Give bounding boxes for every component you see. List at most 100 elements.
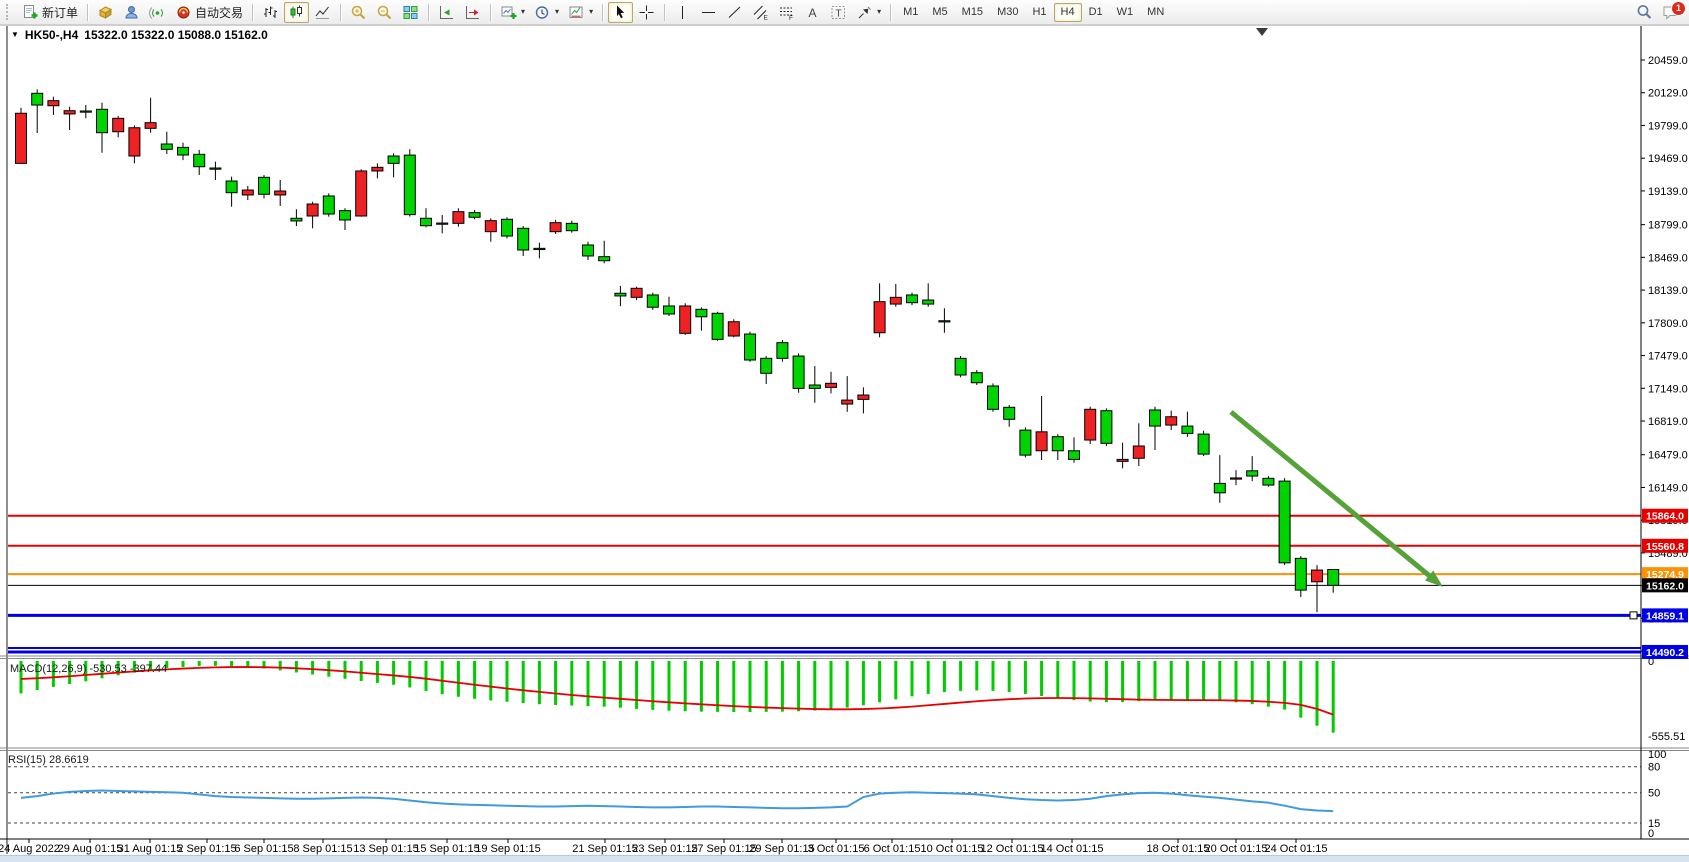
zoom-in-button[interactable] xyxy=(346,2,371,23)
chart-shift-marker[interactable] xyxy=(1256,28,1268,36)
timeframe-w1[interactable]: W1 xyxy=(1110,3,1141,22)
rsi-label: RSI(15) 28.6619 xyxy=(8,754,89,766)
chart-canvas[interactable]: 20459.020129.019799.019469.019139.018799… xyxy=(0,25,1689,856)
horizontal-line-icon xyxy=(700,4,717,21)
crosshair-button[interactable] xyxy=(634,2,659,23)
toolbar-separator xyxy=(340,4,341,21)
candle xyxy=(1101,408,1112,446)
hlines-layer xyxy=(8,516,1641,652)
shapes-button[interactable]: ▾ xyxy=(852,2,885,23)
candlestick-chart-icon xyxy=(288,4,305,21)
svg-text:15560.8: 15560.8 xyxy=(1646,541,1684,553)
candle xyxy=(696,307,707,330)
svg-text:15162.0: 15162.0 xyxy=(1646,580,1684,592)
candle xyxy=(907,293,918,305)
cursor-button[interactable] xyxy=(608,2,633,23)
hline-handle[interactable] xyxy=(1630,612,1637,619)
candle xyxy=(404,149,415,216)
chart-shift-button[interactable] xyxy=(460,2,485,23)
candle xyxy=(1085,407,1096,444)
timeframe-m1[interactable]: M1 xyxy=(896,3,925,22)
channel-button[interactable]: E xyxy=(748,2,773,23)
timeframe-m5[interactable]: M5 xyxy=(925,3,954,22)
candle xyxy=(1328,569,1339,592)
templates-button[interactable]: ▾ xyxy=(564,2,597,23)
new-order-button[interactable]: 新订单 xyxy=(18,2,82,23)
svg-text:16819.0: 16819.0 xyxy=(1648,416,1688,428)
tile-windows-button[interactable] xyxy=(398,2,423,23)
signals-button[interactable] xyxy=(145,2,170,23)
candle xyxy=(469,210,480,219)
bar-chart-button[interactable] xyxy=(258,2,283,23)
chart-shift-icon xyxy=(464,4,481,21)
vertical-line-button[interactable] xyxy=(670,2,695,23)
timeframe-m15[interactable]: M15 xyxy=(955,3,990,22)
signal-icon xyxy=(149,4,166,21)
mql5-community-button[interactable] xyxy=(119,2,144,23)
candle xyxy=(631,287,642,300)
zoom-out-button[interactable] xyxy=(372,2,397,23)
autotrading-button[interactable]: 自动交易 xyxy=(171,2,247,23)
candle xyxy=(307,202,318,229)
candlestick-chart-button[interactable] xyxy=(284,2,309,23)
search-icon xyxy=(1635,3,1653,21)
candle xyxy=(939,308,950,332)
candle xyxy=(161,132,172,154)
svg-text:8 Sep 01:15: 8 Sep 01:15 xyxy=(293,843,352,855)
candle xyxy=(1166,411,1177,430)
rsi-pane xyxy=(8,767,1641,823)
label-button[interactable]: T xyxy=(826,2,851,23)
candle xyxy=(226,177,237,207)
candle xyxy=(388,153,399,177)
candle xyxy=(1214,455,1225,503)
dropdown-caret-icon: ▾ xyxy=(521,8,525,16)
price-badge: 15864.0 xyxy=(1642,509,1688,523)
tile-windows-icon xyxy=(402,4,419,21)
search-button[interactable] xyxy=(1631,2,1657,23)
timeframe-h4[interactable]: H4 xyxy=(1054,3,1082,22)
candle xyxy=(453,208,464,226)
pane-separator[interactable] xyxy=(0,656,1689,659)
svg-text:A: A xyxy=(809,6,817,20)
candle xyxy=(97,103,108,153)
svg-text:T: T xyxy=(836,8,842,19)
candle xyxy=(809,366,820,403)
collapse-triangle-icon[interactable]: ▼ xyxy=(11,31,19,39)
candle xyxy=(437,215,448,233)
svg-text:3 Oct 01:15: 3 Oct 01:15 xyxy=(808,843,865,855)
timeframe-mn[interactable]: MN xyxy=(1140,3,1171,22)
metaeditor-button[interactable] xyxy=(93,2,118,23)
text-button[interactable]: A xyxy=(800,2,825,23)
candle xyxy=(485,218,496,241)
toolbar-separator xyxy=(428,4,429,21)
svg-text:6 Oct 01:15: 6 Oct 01:15 xyxy=(864,843,921,855)
pane-separator[interactable] xyxy=(0,748,1689,751)
timeframe-h1[interactable]: H1 xyxy=(1025,3,1053,22)
notifications-button[interactable]: 1 xyxy=(1658,2,1684,23)
macd-label: MACD(12,26,9) -530.53 -397.44 xyxy=(10,663,167,675)
new-chart-button[interactable]: ▾ xyxy=(496,2,529,23)
candle xyxy=(923,283,934,306)
auto-scroll-button[interactable] xyxy=(434,2,459,23)
trend-arrow[interactable] xyxy=(1231,412,1443,587)
line-chart-button[interactable] xyxy=(310,2,335,23)
svg-text:2 Sep 01:15: 2 Sep 01:15 xyxy=(177,843,236,855)
svg-text:18 Oct 01:15: 18 Oct 01:15 xyxy=(1147,843,1210,855)
timeframe-m30[interactable]: M30 xyxy=(990,3,1025,22)
candle xyxy=(242,186,253,200)
timeframe-d1[interactable]: D1 xyxy=(1082,3,1110,22)
candle xyxy=(1133,423,1144,466)
bar-chart-icon xyxy=(262,4,279,21)
fibonacci-button[interactable]: F xyxy=(774,2,799,23)
candle xyxy=(340,208,351,230)
clock-button[interactable]: ▾ xyxy=(530,2,563,23)
candle xyxy=(64,107,75,130)
svg-text:21 Sep 01:15: 21 Sep 01:15 xyxy=(572,843,637,855)
horizontal-line-button[interactable] xyxy=(696,2,721,23)
candle xyxy=(372,163,383,178)
svg-text:18139.0: 18139.0 xyxy=(1648,285,1688,297)
svg-text:29 Aug 01:15: 29 Aug 01:15 xyxy=(58,843,123,855)
candle xyxy=(145,98,156,133)
autotrading-label: 自动交易 xyxy=(195,4,243,21)
trendline-button[interactable] xyxy=(722,2,747,23)
